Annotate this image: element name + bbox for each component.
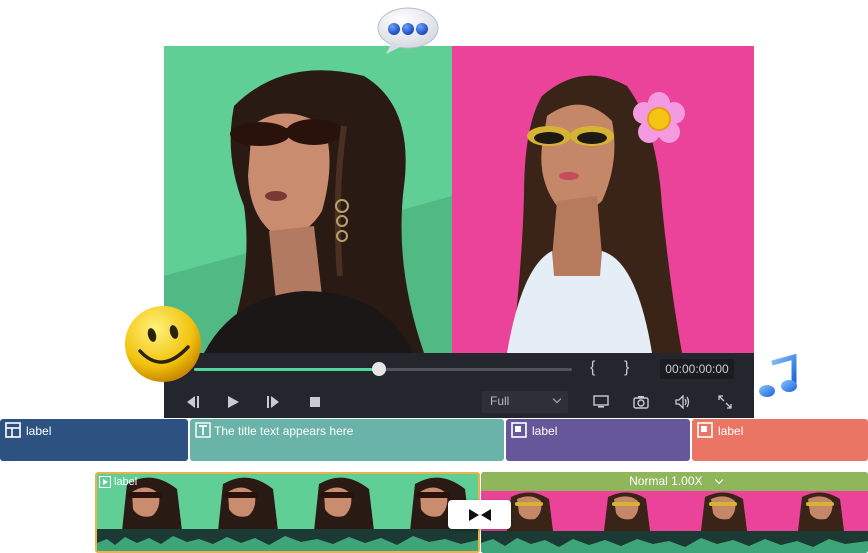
clip-b-speed-bar[interactable]: Normal 1.00X <box>481 472 868 491</box>
video-clip-b[interactable]: Normal 1.00X <box>481 472 868 553</box>
stop-icon <box>310 397 320 407</box>
playback-controls: { } 00:00:00:00 Full <box>164 353 754 418</box>
quality-select[interactable]: Full <box>482 391 568 413</box>
audio-waveform <box>481 531 868 553</box>
play-icon <box>228 396 239 408</box>
speech-bubble-icon <box>377 7 439 54</box>
chevron-down-icon <box>714 475 724 485</box>
rewind-button[interactable] <box>182 392 204 412</box>
clip-thumbnail <box>578 491 675 531</box>
text-icon <box>195 422 211 438</box>
track-title-text[interactable]: The title text appears here <box>190 419 504 461</box>
track-overlay-b[interactable]: label <box>692 419 868 461</box>
audio-waveform <box>97 529 478 551</box>
track-label: label <box>26 424 52 438</box>
editor-stage: { } 00:00:00:00 Full label The title tex… <box>0 0 868 553</box>
monitor-button[interactable] <box>590 392 612 412</box>
woman-pink-background-image <box>452 46 754 353</box>
track-label: label <box>532 424 558 438</box>
track-label: label <box>718 424 744 438</box>
volume-button[interactable] <box>672 392 694 412</box>
clip-thumbnail <box>675 491 772 531</box>
quality-value: Full <box>490 394 510 408</box>
chevron-down-icon <box>552 394 562 404</box>
video-clip-a[interactable]: label <box>95 472 480 553</box>
transition-button[interactable] <box>448 500 511 529</box>
layout-icon <box>5 422 21 438</box>
clip-thumbnail <box>772 491 868 531</box>
camera-icon <box>633 396 649 409</box>
seek-handle[interactable] <box>372 362 387 376</box>
woman-green-background-image <box>164 46 452 353</box>
timecode-display: 00:00:00:00 <box>660 359 734 379</box>
fullscreen-button[interactable] <box>714 392 736 412</box>
mark-in-button[interactable]: { <box>590 359 595 377</box>
snapshot-button[interactable] <box>630 392 652 412</box>
track-label: The title text appears here <box>214 424 354 438</box>
rewind-icon <box>187 396 199 408</box>
volume-icon <box>675 395 690 409</box>
seek-progress <box>194 368 380 371</box>
step-forward-button[interactable] <box>262 392 284 412</box>
overlay-icon <box>511 422 527 438</box>
stop-button[interactable] <box>304 392 326 412</box>
track-overlay-a[interactable]: label <box>506 419 690 461</box>
clip-a-label: label <box>114 476 138 488</box>
transition-icon <box>468 508 491 521</box>
clip-thumbnail <box>289 474 385 531</box>
play-button[interactable] <box>222 392 244 412</box>
clip-thumbnail <box>193 474 289 531</box>
preview-right-pane <box>452 46 754 353</box>
fullscreen-icon <box>718 395 732 409</box>
video-clip-icon <box>99 476 111 488</box>
clip-a-tag: label <box>99 476 137 488</box>
overlay-icon <box>697 422 713 438</box>
video-preview <box>164 46 754 353</box>
mark-out-button[interactable]: } <box>624 359 629 377</box>
smiley-sticker-icon <box>125 306 201 382</box>
step-forward-icon <box>267 396 279 408</box>
music-note-icon <box>759 353 797 397</box>
clip-b-speed: Normal 1.00X <box>629 474 703 488</box>
preview-left-pane <box>164 46 452 353</box>
monitor-icon <box>593 395 609 408</box>
track-layout[interactable]: label <box>0 419 188 461</box>
